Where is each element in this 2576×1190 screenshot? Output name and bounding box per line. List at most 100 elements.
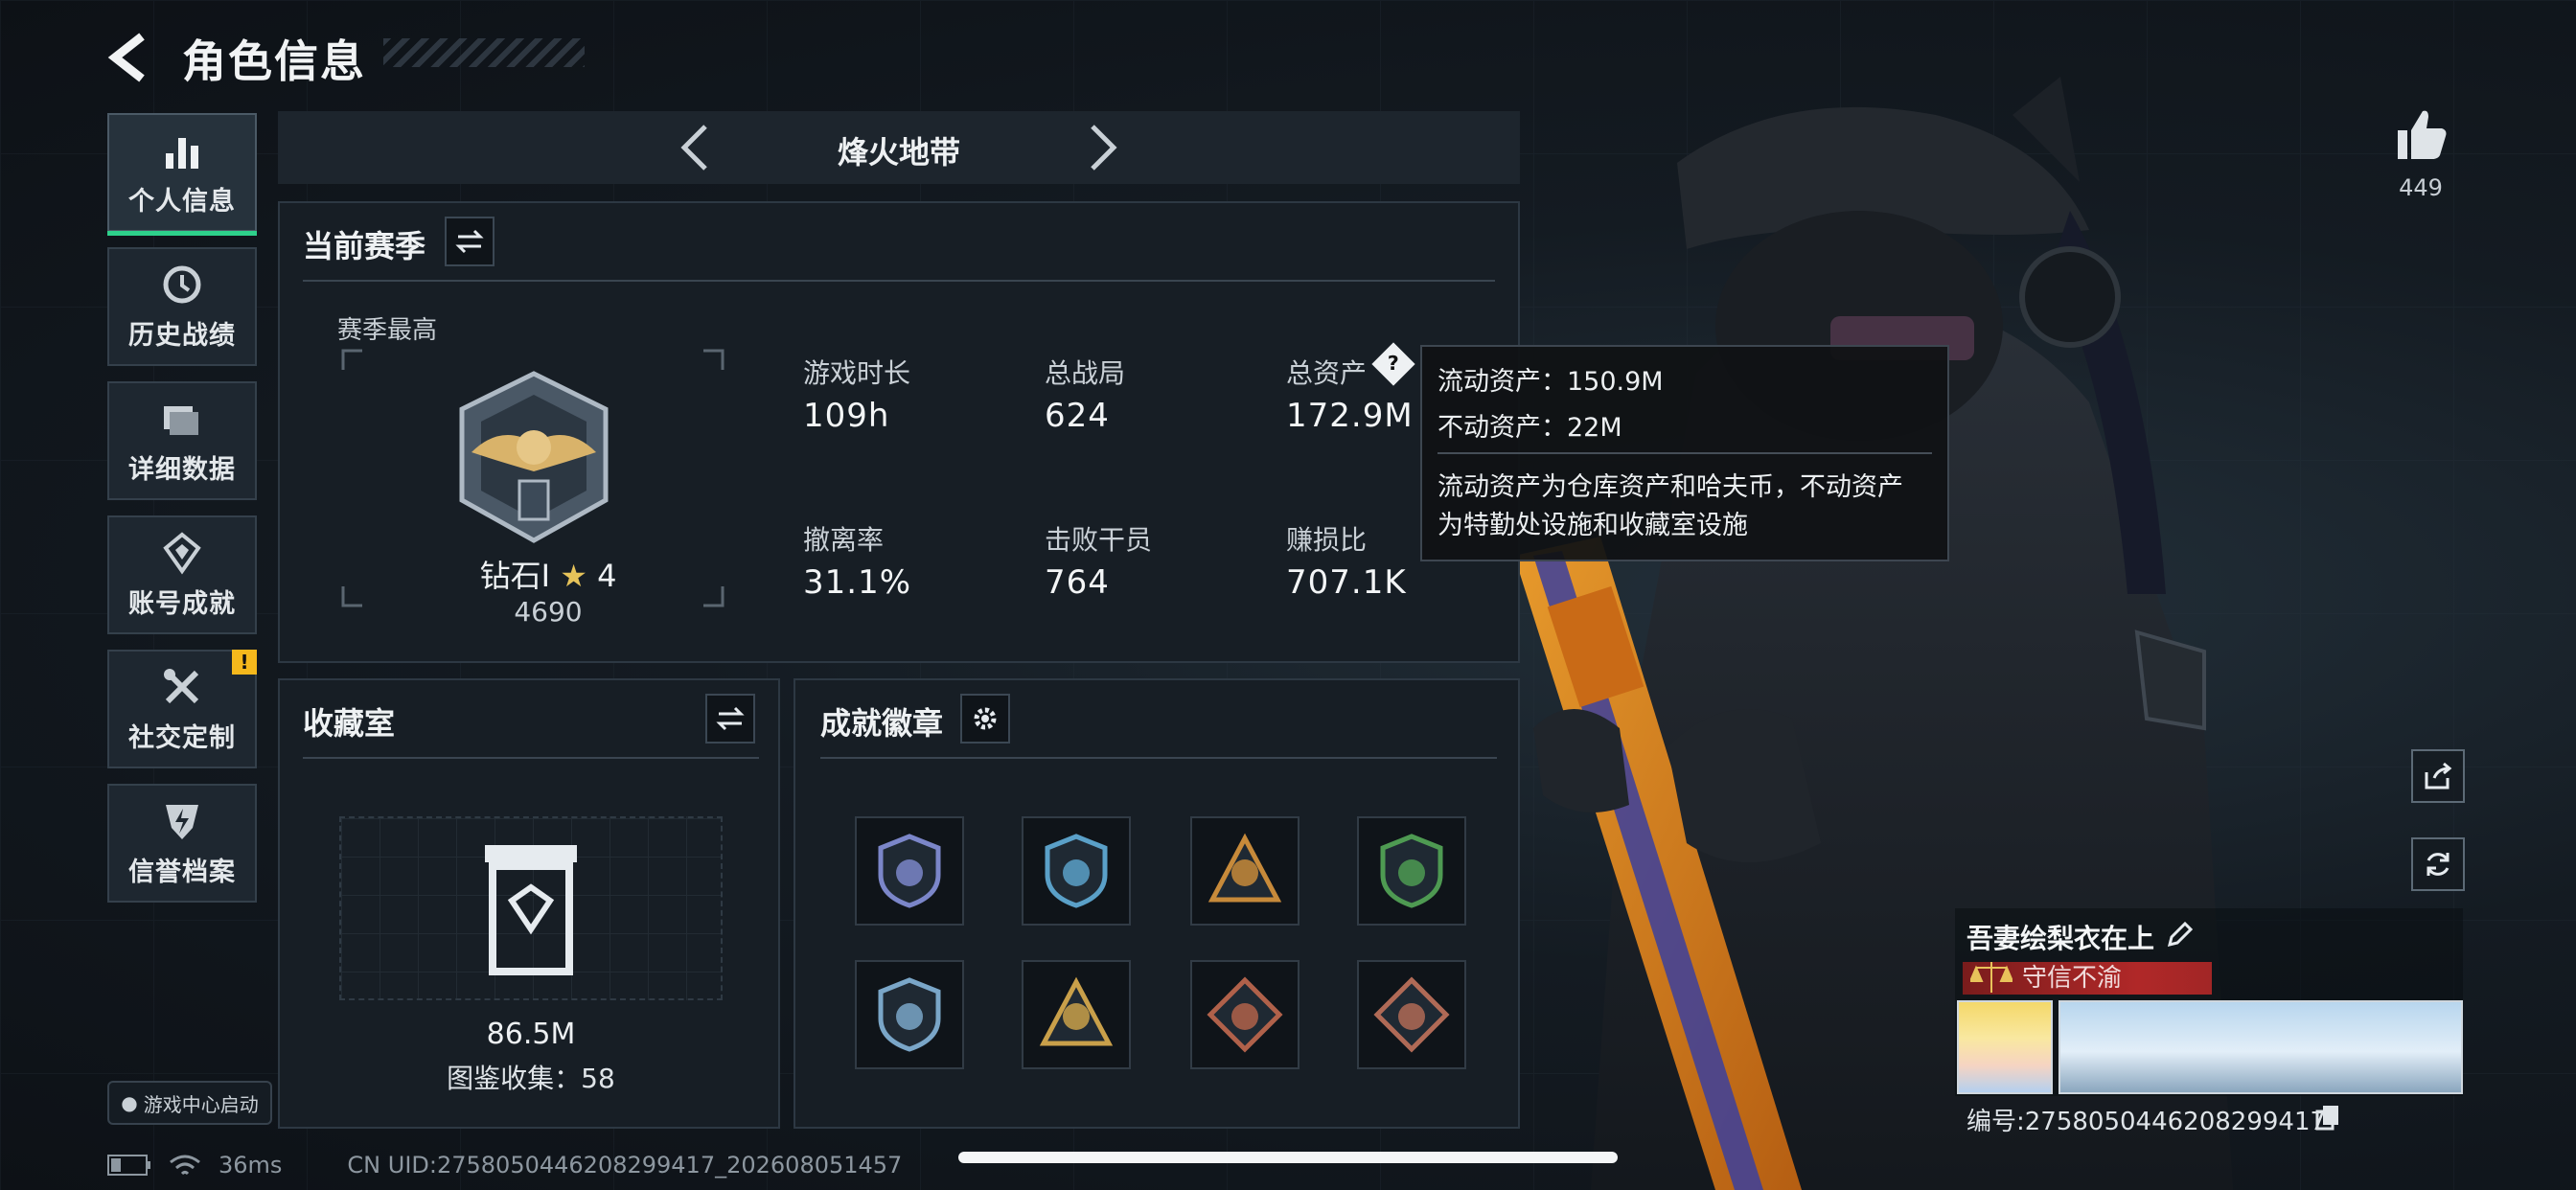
share-icon (2425, 762, 2452, 790)
achievement-icon (163, 531, 201, 574)
tooltip-fixed: 不动资产：22M (1438, 413, 1622, 443)
wifi-icon (170, 1155, 200, 1176)
stat-label: 总资产 (1286, 357, 1368, 389)
stat-value: 109h (803, 397, 890, 435)
wings-badge-icon (1045, 834, 1108, 908)
rank-score: 4690 (514, 596, 583, 628)
battery-icon (107, 1155, 150, 1176)
copy-icon[interactable] (2315, 1104, 2340, 1131)
stat-value: 31.1% (803, 563, 912, 602)
stat-label: 游戏时长 (803, 357, 911, 389)
badges-panel: 成就徽章 (794, 678, 1520, 1129)
sidebar-item-achievements[interactable]: 账号成就 (107, 515, 257, 634)
title-decoration (383, 38, 585, 67)
season-switch-button[interactable] (445, 217, 494, 266)
shield-badge-icon (878, 834, 941, 908)
tooltip-desc-line1: 流动资产为仓库资产和哈夫币，不动资产 (1438, 472, 1903, 502)
refresh-icon (2426, 853, 2450, 876)
dragon-badge-icon (1207, 976, 1283, 1053)
season-panel: 当前赛季 赛季最高 钻石I ★ 4 4690 游戏时长 109h 总战局 624… (278, 201, 1520, 663)
sidebar-item-label: 历史战绩 (128, 320, 236, 351)
rank-stars: 4 (597, 558, 617, 594)
badge-slot[interactable] (1022, 960, 1131, 1069)
divider (1438, 452, 1932, 454)
refresh-button[interactable] (2411, 837, 2465, 891)
tooltip-liquid: 流动资产：150.9M (1438, 367, 1664, 397)
sidebar-item-personal-info[interactable]: 个人信息 (107, 113, 257, 236)
sidebar-item-history[interactable]: 历史战绩 (107, 247, 257, 366)
stat-label: 撤离率 (803, 524, 885, 556)
sidebar-item-label: 账号成就 (128, 588, 236, 619)
collection-panel: 收藏室 86.5M 图鉴收集：58 (278, 678, 780, 1129)
share-button[interactable] (2411, 749, 2465, 803)
badge-slot[interactable] (855, 816, 964, 926)
status-bar: 36ms CN UID:275805044620829941​7_2026080… (107, 1152, 902, 1179)
stat-value: 624 (1045, 397, 1110, 435)
home-indicator[interactable] (958, 1152, 1618, 1163)
helmet-badge-icon (1039, 976, 1114, 1046)
mode-selector: 烽火地带 (278, 111, 1520, 184)
badge-slot[interactable] (855, 960, 964, 1069)
edit-icon[interactable] (2166, 920, 2195, 949)
sidebar-item-label: 社交定制 (128, 722, 236, 753)
stat-value: 764 (1045, 563, 1110, 602)
bar-chart-icon (166, 137, 198, 169)
thumbs-up-icon[interactable] (2392, 105, 2450, 163)
gear-icon (974, 707, 997, 730)
divider (303, 280, 1495, 282)
badge-slot[interactable] (1190, 816, 1300, 926)
badges-settings-button[interactable] (960, 694, 1010, 744)
honor-scale-icon (1970, 962, 2012, 993)
season-title: 当前赛季 (303, 228, 426, 264)
game-center-label: 游戏中心启动 (143, 1092, 259, 1116)
honor-text: 守信不渝 (2022, 964, 2123, 993)
help-icon[interactable]: ? (1371, 342, 1415, 386)
assets-tooltip: 流动资产：150.9M 不动资产：22M 流动资产为仓库资产和哈夫币，不动资产 … (1420, 345, 1949, 561)
badge-slot[interactable] (1190, 960, 1300, 1069)
sidebar-item-label: 详细数据 (128, 454, 236, 485)
rank-name: 钻石I (479, 558, 551, 594)
chevron-right-icon[interactable] (1073, 121, 1127, 174)
sidebar-item-label: 个人信息 (128, 186, 236, 217)
badge-slot[interactable] (1357, 960, 1466, 1069)
swap-icon (716, 706, 745, 731)
notification-badge: ! (232, 650, 257, 675)
target-badge-icon (1380, 834, 1443, 908)
cn-uid: CN UID:275805044620829941​7_20260805​145… (347, 1152, 903, 1179)
profile-banner (2058, 1000, 2463, 1094)
divider (303, 757, 759, 759)
sidebar-item-label: 信誉档案 (128, 857, 236, 887)
wings-badge-icon (878, 977, 941, 1052)
back-arrow-icon[interactable] (104, 31, 157, 84)
badge-slot[interactable] (1357, 816, 1466, 926)
mode-title: 烽火地带 (837, 134, 960, 171)
game-center-button[interactable]: ● 游戏中心启动 (107, 1081, 272, 1125)
badge-slot[interactable] (1022, 816, 1131, 926)
profile-uid: 编号:275805044620829941​7 (1966, 1108, 2327, 1136)
ping-value: 36ms (218, 1152, 283, 1179)
sidebar-item-details[interactable]: 详细数据 (107, 381, 257, 500)
badges-title: 成就徽章 (820, 705, 944, 742)
page-title: 角色信息 (182, 35, 366, 87)
stat-value: 172.9M (1286, 397, 1414, 435)
collection-value: 86.5M (486, 1018, 576, 1051)
game-center-icon: ● (121, 1091, 138, 1114)
collection-switch-button[interactable] (705, 694, 755, 744)
season-best-label: 赛季最高 (337, 316, 438, 345)
collection-catalog: 图鉴收集：58 (447, 1063, 615, 1094)
star-icon: ★ (560, 558, 587, 594)
avatar[interactable] (1957, 1000, 2053, 1094)
stat-label: 总战局 (1045, 357, 1126, 389)
profile-name: 吾妻绘梨衣在上 (1966, 923, 2155, 954)
sidebar-item-reputation[interactable]: 信誉档案 (107, 784, 257, 903)
runner-badge-icon (1373, 976, 1450, 1053)
sidebar-item-social[interactable]: 社交定制 ! (107, 650, 257, 768)
collection-title: 收藏室 (303, 705, 396, 742)
like-count: 449 (2399, 174, 2443, 201)
divider (820, 757, 1497, 759)
folder-icon (164, 405, 198, 435)
stat-label: 赚损比 (1286, 524, 1368, 556)
tooltip-desc-line2: 为特勤处设施和收藏室设施 (1438, 511, 1748, 540)
history-icon (163, 265, 201, 303)
rank-line: 钻石I ★ 4 (452, 552, 644, 596)
